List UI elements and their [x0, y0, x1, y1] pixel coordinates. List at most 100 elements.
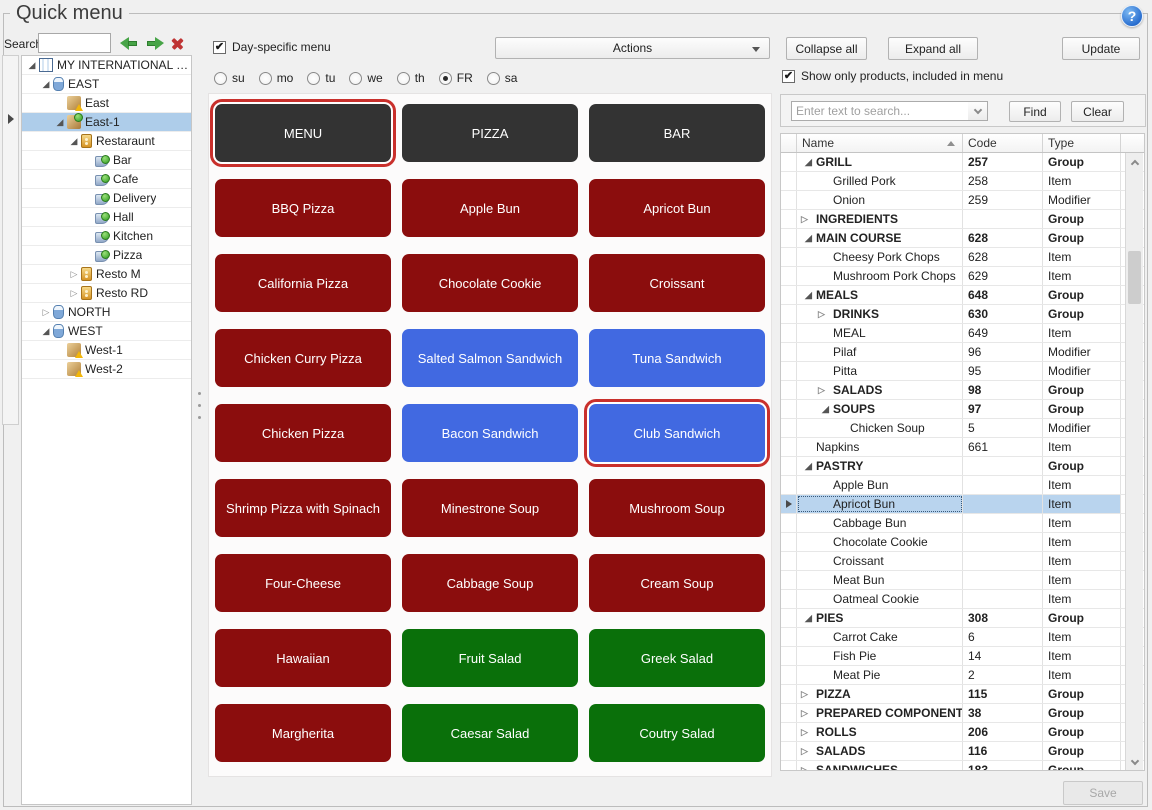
tree-item-west-1[interactable]: West-1: [22, 341, 191, 360]
expander-collapsed-icon[interactable]: ▷: [818, 381, 833, 399]
scroll-up-icon[interactable]: [1126, 154, 1143, 170]
tree-item-east[interactable]: East: [22, 94, 191, 113]
menu-tile-salted-salmon-sandwich[interactable]: Salted Salmon Sandwich: [402, 329, 578, 387]
expander-collapsed-icon[interactable]: ▷: [801, 723, 816, 741]
product-row-cabbage-bun[interactable]: Cabbage Bun Item: [781, 514, 1144, 533]
menu-tile-minestrone-soup[interactable]: Minestrone Soup: [402, 479, 578, 537]
find-button[interactable]: Find: [1009, 101, 1061, 122]
expander-expanded-icon[interactable]: ◢: [53, 113, 67, 132]
expander-collapsed-icon[interactable]: ▷: [67, 265, 81, 284]
tree-item-west[interactable]: ◢ WEST: [22, 322, 191, 341]
product-row-grilled-pork[interactable]: Grilled Pork 258 Item: [781, 172, 1144, 191]
product-row-onion[interactable]: Onion 259 Modifier: [781, 191, 1144, 210]
tree-item-east-1[interactable]: ◢ East-1: [22, 113, 191, 132]
menu-tile-chicken-pizza[interactable]: Chicken Pizza: [215, 404, 391, 462]
menu-tile-chicken-curry-pizza[interactable]: Chicken Curry Pizza: [215, 329, 391, 387]
show-only-products-checkbox[interactable]: ✔ Show only products, included in menu: [782, 69, 1003, 83]
menu-tile-cabbage-soup[interactable]: Cabbage Soup: [402, 554, 578, 612]
expander-collapsed-icon[interactable]: ▷: [818, 305, 833, 323]
menu-tile-bar[interactable]: BAR: [589, 104, 765, 162]
expand-panel-icon[interactable]: [8, 114, 14, 124]
menu-tile-hawaiian[interactable]: Hawaiian: [215, 629, 391, 687]
expander-expanded-icon[interactable]: ◢: [801, 457, 816, 475]
product-row-soups[interactable]: ◢ SOUPS 97 Group: [781, 400, 1144, 419]
expander-collapsed-icon[interactable]: ▷: [801, 685, 816, 703]
product-row-chocolate-cookie[interactable]: Chocolate Cookie Item: [781, 533, 1144, 552]
product-row-meat-bun[interactable]: Meat Bun Item: [781, 571, 1144, 590]
menu-tile-caesar-salad[interactable]: Caesar Salad: [402, 704, 578, 762]
menu-tile-shrimp-pizza-with-spinach[interactable]: Shrimp Pizza with Spinach: [215, 479, 391, 537]
table-scrollbar[interactable]: [1125, 153, 1143, 770]
expander-expanded-icon[interactable]: ◢: [818, 400, 833, 418]
product-row-meals[interactable]: ◢ MEALS 648 Group: [781, 286, 1144, 305]
search-clear-icon[interactable]: [170, 36, 185, 51]
menu-tile-apple-bun[interactable]: Apple Bun: [402, 179, 578, 237]
menu-tile-mushroom-soup[interactable]: Mushroom Soup: [589, 479, 765, 537]
menu-tile-cream-soup[interactable]: Cream Soup: [589, 554, 765, 612]
expander-expanded-icon[interactable]: ◢: [801, 609, 816, 627]
expander-expanded-icon[interactable]: ◢: [39, 75, 53, 94]
product-row-croissant[interactable]: Croissant Item: [781, 552, 1144, 571]
product-row-apricot-bun[interactable]: Apricot Bun Item: [781, 495, 1144, 514]
help-icon[interactable]: ?: [1121, 5, 1143, 27]
product-row-ingredients[interactable]: ▷ INGREDIENTS Group: [781, 210, 1144, 229]
day-radio-tu[interactable]: tu: [307, 71, 335, 85]
search-history-dropdown[interactable]: [968, 101, 988, 121]
expander-collapsed-icon[interactable]: ▷: [67, 284, 81, 303]
day-radio-fr[interactable]: FR: [438, 71, 473, 85]
expander-expanded-icon[interactable]: ◢: [67, 132, 81, 151]
tree-item-east[interactable]: ◢ EAST: [22, 75, 191, 94]
day-radio-sa[interactable]: sa: [486, 71, 517, 85]
product-row-meat-pie[interactable]: Meat Pie 2 Item: [781, 666, 1144, 685]
tree-item-resto-m[interactable]: ▷ Resto M: [22, 265, 191, 284]
expander-expanded-icon[interactable]: ◢: [39, 322, 53, 341]
tree-item-restaraunt[interactable]: ◢ Restaraunt: [22, 132, 191, 151]
collapse-all-button[interactable]: Collapse all: [786, 37, 867, 60]
menu-tile-club-sandwich[interactable]: Club Sandwich: [589, 404, 765, 462]
menu-tile-four-cheese[interactable]: Four-Cheese: [215, 554, 391, 612]
tree-item-cafe[interactable]: Cafe: [22, 170, 191, 189]
actions-dropdown[interactable]: Actions: [495, 37, 770, 59]
expander-expanded-icon[interactable]: ◢: [801, 153, 816, 171]
product-row-fish-pie[interactable]: Fish Pie 14 Item: [781, 647, 1144, 666]
menu-tile-tuna-sandwich[interactable]: Tuna Sandwich: [589, 329, 765, 387]
product-row-oatmeal-cookie[interactable]: Oatmeal Cookie Item: [781, 590, 1144, 609]
product-row-pies[interactable]: ◢ PIES 308 Group: [781, 609, 1144, 628]
product-row-carrot-cake[interactable]: Carrot Cake 6 Item: [781, 628, 1144, 647]
save-button[interactable]: Save: [1063, 781, 1143, 805]
tree-item-west-2[interactable]: West-2: [22, 360, 191, 379]
product-row-chicken-soup[interactable]: Chicken Soup 5 Modifier: [781, 419, 1144, 438]
product-row-sandwiches[interactable]: ▷ SANDWICHES 183 Group: [781, 761, 1144, 770]
day-specific-checkbox[interactable]: ✔ Day-specific menu: [213, 40, 331, 54]
expander-expanded-icon[interactable]: ◢: [25, 56, 39, 75]
product-row-pizza[interactable]: ▷ PIZZA 115 Group: [781, 685, 1144, 704]
product-row-pitta[interactable]: Pitta 95 Modifier: [781, 362, 1144, 381]
expander-collapsed-icon[interactable]: ▷: [801, 742, 816, 760]
search-next-icon[interactable]: [146, 37, 164, 50]
expander-collapsed-icon[interactable]: ▷: [801, 761, 816, 770]
expand-all-button[interactable]: Expand all: [888, 37, 978, 60]
menu-tile-coutry-salad[interactable]: Coutry Salad: [589, 704, 765, 762]
product-row-main-course[interactable]: ◢ MAIN COURSE 628 Group: [781, 229, 1144, 248]
menu-tile-apricot-bun[interactable]: Apricot Bun: [589, 179, 765, 237]
expander-expanded-icon[interactable]: ◢: [801, 286, 816, 304]
collapsed-panel-strip[interactable]: [2, 55, 19, 425]
menu-tile-bacon-sandwich[interactable]: Bacon Sandwich: [402, 404, 578, 462]
product-row-apple-bun[interactable]: Apple Bun Item: [781, 476, 1144, 495]
expander-collapsed-icon[interactable]: ▷: [801, 704, 816, 722]
product-row-mushroom-pork-chops[interactable]: Mushroom Pork Chops 629 Item: [781, 267, 1144, 286]
day-radio-th[interactable]: th: [396, 71, 425, 85]
column-header-type[interactable]: Type: [1043, 134, 1121, 152]
product-row-napkins[interactable]: Napkins 661 Item: [781, 438, 1144, 457]
column-header-code[interactable]: Code: [963, 134, 1043, 152]
day-radio-su[interactable]: su: [214, 71, 245, 85]
menu-tile-croissant[interactable]: Croissant: [589, 254, 765, 312]
product-row-pastry[interactable]: ◢ PASTRY Group: [781, 457, 1144, 476]
product-row-prepared-components[interactable]: ▷ PREPARED COMPONENTS 38 Group: [781, 704, 1144, 723]
menu-tile-pizza[interactable]: PIZZA: [402, 104, 578, 162]
product-row-cheesy-pork-chops[interactable]: Cheesy Pork Chops 628 Item: [781, 248, 1144, 267]
scroll-down-icon[interactable]: [1126, 754, 1143, 770]
tree-search-input[interactable]: [38, 33, 111, 53]
product-row-pilaf[interactable]: Pilaf 96 Modifier: [781, 343, 1144, 362]
tree-item-north[interactable]: ▷ NORTH: [22, 303, 191, 322]
